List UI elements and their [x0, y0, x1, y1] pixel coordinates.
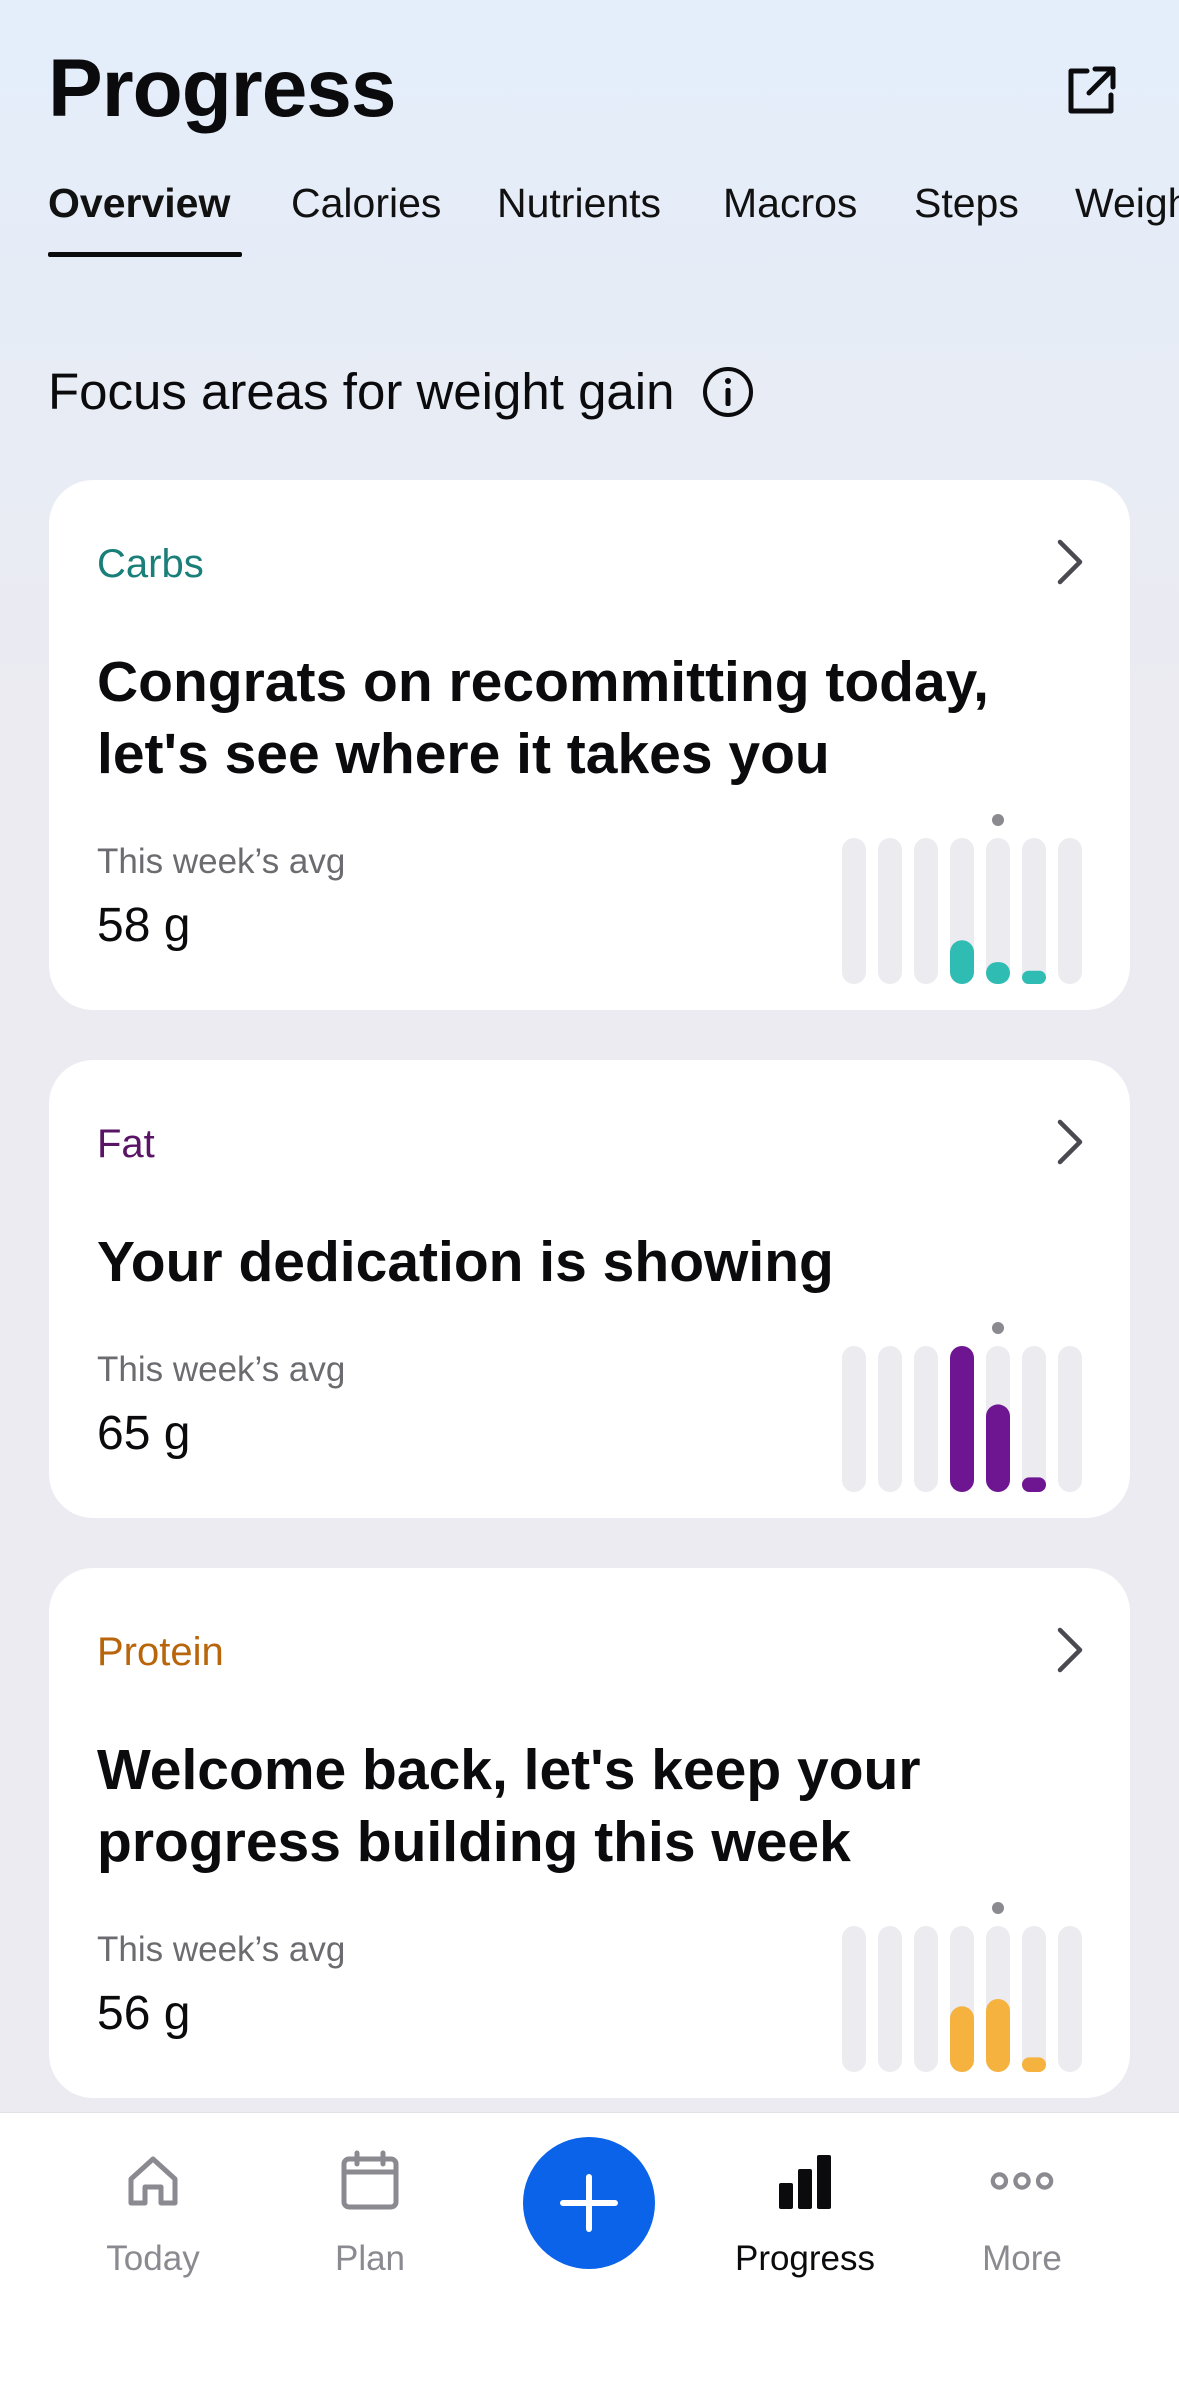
day-bar-track: [842, 838, 866, 984]
avg-label: This week’s avg: [97, 1350, 346, 1389]
day-bar-track: [878, 838, 902, 984]
home-icon: [128, 2156, 178, 2206]
day-bar-track: [878, 1926, 902, 2072]
avg-label: This week’s avg: [97, 842, 346, 881]
day-bar-track: [914, 838, 938, 984]
nav-today[interactable]: Today: [53, 2149, 253, 2279]
day-bar-value: [986, 1999, 1010, 2072]
nav-label: Plan: [334, 2239, 406, 2278]
active-tab-indicator: [48, 252, 242, 257]
tab-overview[interactable]: Overview: [48, 180, 230, 227]
day-bar-track: [1022, 838, 1046, 984]
bar-chart-icon: [779, 2155, 831, 2209]
card-headline: Your dedication is showing: [97, 1230, 834, 1294]
day-bar-value: [950, 940, 974, 984]
day-bar-track: [1058, 1346, 1082, 1492]
tab-calories[interactable]: Calories: [291, 180, 441, 227]
card-tag: Carbs: [97, 542, 204, 586]
tab-steps[interactable]: Steps: [914, 180, 1019, 227]
day-bar-track: [1058, 1926, 1082, 2072]
share-external-icon: [1068, 66, 1116, 114]
day-bar-track: [914, 1346, 938, 1492]
day-bar-value: [986, 962, 1010, 984]
focus-card-protein[interactable]: Protein Welcome back, let's keep your pr…: [49, 1568, 1130, 2098]
today-marker: [992, 1322, 1004, 1334]
nav-progress[interactable]: Progress: [705, 2149, 905, 2279]
focus-card-carbs[interactable]: Carbs Congrats on recommitting today, le…: [49, 480, 1130, 1010]
day-bar-track: [842, 1926, 866, 2072]
plus-icon: [560, 2174, 618, 2232]
weekly-mini-chart: [842, 814, 1082, 984]
add-button[interactable]: [523, 2137, 655, 2269]
nav-more[interactable]: More: [922, 2149, 1122, 2279]
card-tag: Fat: [97, 1122, 155, 1166]
day-bar-value: [986, 1404, 1010, 1492]
avg-value: 65 g: [97, 1407, 191, 1460]
today-marker: [992, 814, 1004, 826]
share-button[interactable]: [1056, 56, 1126, 126]
tab-weight[interactable]: Weight: [1075, 180, 1179, 227]
nav-plan[interactable]: Plan: [270, 2149, 470, 2279]
nav-label: More: [982, 2239, 1062, 2278]
card-headline: Welcome back, let's keep your progress b…: [97, 1738, 921, 1874]
nav-label: Progress: [734, 2239, 876, 2278]
chevron-right-icon: [1057, 1119, 1083, 1165]
chevron-right-icon: [1057, 539, 1083, 585]
section-title: Focus areas for weight gain: [48, 362, 755, 421]
day-bar-track: [1022, 1346, 1046, 1492]
day-bar-track: [986, 838, 1010, 984]
page-title: Progress: [48, 43, 397, 134]
day-bar-value: [950, 2006, 974, 2072]
info-icon: [702, 366, 753, 417]
card-tag: Protein: [97, 1630, 224, 1674]
weekly-mini-chart: [842, 1902, 1082, 2072]
avg-label: This week’s avg: [97, 1930, 346, 1969]
day-bar-track: [914, 1926, 938, 2072]
section-title-text: Focus areas for weight gain: [48, 363, 675, 420]
day-bar-value: [1022, 970, 1046, 984]
more-dots-icon: [990, 2172, 1054, 2190]
tab-macros[interactable]: Macros: [723, 180, 857, 227]
info-button[interactable]: [701, 365, 755, 419]
day-bar-value: [1022, 1477, 1046, 1492]
calendar-icon: [341, 2150, 399, 2210]
card-headline: Congrats on recommitting today, let's se…: [97, 650, 989, 786]
focus-card-fat[interactable]: Fat Your dedication is showing This week…: [49, 1060, 1130, 1518]
today-marker: [992, 1902, 1004, 1914]
day-bar-value: [950, 1346, 974, 1492]
avg-value: 58 g: [97, 899, 191, 952]
day-bar-track: [878, 1346, 902, 1492]
day-bar-track: [1022, 1926, 1046, 2072]
day-bar-track: [1058, 838, 1082, 984]
day-bar-track: [842, 1346, 866, 1492]
chevron-right-icon: [1057, 1627, 1083, 1673]
avg-value: 56 g: [97, 1987, 191, 2040]
tab-bar: Overview Calories Nutrients Macros Steps…: [0, 180, 1179, 262]
day-bar-value: [1022, 2057, 1046, 2072]
bottom-nav: Today Plan Progress More: [0, 2112, 1179, 2396]
tab-nutrients[interactable]: Nutrients: [497, 180, 661, 227]
nav-label: Today: [106, 2239, 200, 2278]
weekly-mini-chart: [842, 1322, 1082, 1492]
